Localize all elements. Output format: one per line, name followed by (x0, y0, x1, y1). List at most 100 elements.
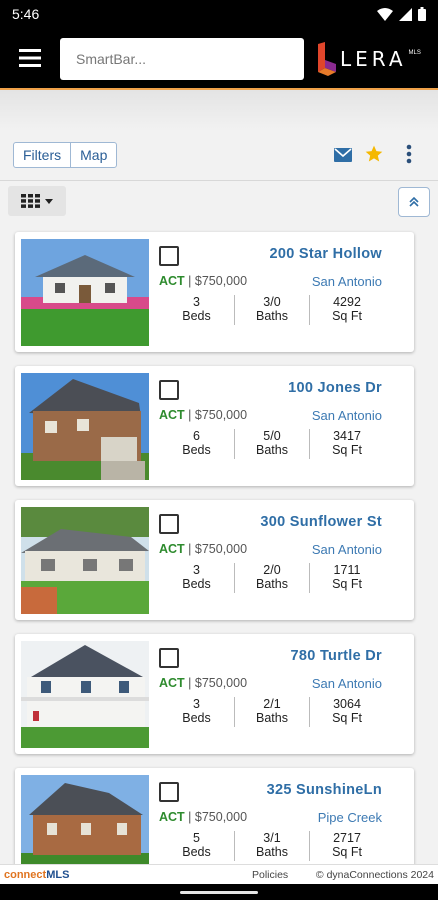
listing-address-link[interactable]: 780 Turtle Dr (291, 648, 382, 664)
grid-view-icon (21, 194, 40, 208)
listing-card[interactable]: 325 SunshineLn ACT | $750,000 Pipe Creek… (15, 768, 414, 868)
logo-text: LERA (340, 47, 407, 71)
listing-status: ACT (159, 274, 185, 288)
sqft-label: Sq Ft (332, 309, 362, 323)
more-options-icon[interactable] (406, 144, 412, 164)
listing-city: Pipe Creek (317, 810, 382, 825)
listing-card[interactable]: 100 Jones Dr ACT | $750,000 San Antonio … (15, 366, 414, 486)
listing-stats: 3 Beds 2/1 Baths 3064 Sq Ft (159, 697, 384, 727)
beds-stat: 3 Beds (159, 295, 234, 325)
listing-photo[interactable] (21, 775, 149, 868)
collapse-up-button[interactable] (398, 187, 430, 217)
app-footer: connectMLS Policies © dynaConnections 20… (0, 864, 438, 884)
system-nav-bar (0, 884, 438, 900)
results-toolbar: Filters Map (0, 132, 438, 180)
header-shadow-strip (0, 90, 438, 132)
copyright-text: © dynaConnections 2024 (315, 868, 434, 881)
listing-status: ACT (159, 810, 185, 824)
listing-photo[interactable] (21, 239, 149, 346)
listing-stats: 5 Beds 3/1 Baths 2717 Sq Ft (159, 831, 384, 861)
app-bar: LERA MLS (0, 28, 438, 88)
beds-value: 3 (193, 563, 200, 577)
lera-logo-mark-icon (318, 42, 336, 76)
beds-value: 3 (193, 697, 200, 711)
beds-stat: 3 Beds (159, 563, 234, 593)
beds-label: Beds (182, 577, 211, 591)
listing-price: $750,000 (194, 274, 248, 288)
listing-city: San Antonio (311, 676, 382, 691)
listing-stats: 3 Beds 3/0 Baths 4292 Sq Ft (159, 295, 384, 325)
status-bar: 5:46 (0, 0, 438, 28)
baths-value: 5/0 (263, 429, 281, 443)
listing-status: ACT (159, 408, 185, 422)
beds-label: Beds (182, 845, 211, 859)
layout-grid-button[interactable] (8, 186, 66, 216)
email-icon[interactable] (334, 148, 352, 162)
connectmls-brand: connectMLS (4, 868, 70, 881)
listing-city: San Antonio (311, 274, 382, 289)
sqft-stat: 3064 Sq Ft (309, 697, 384, 727)
star-icon[interactable] (364, 144, 384, 164)
baths-value: 2/1 (263, 697, 281, 711)
listing-select-checkbox[interactable] (159, 514, 179, 534)
double-chevron-up-icon (409, 197, 419, 207)
listing-price: $750,000 (194, 676, 248, 690)
baths-stat: 2/0 Baths (234, 563, 309, 593)
beds-value: 6 (193, 429, 200, 443)
listing-price: $750,000 (194, 408, 248, 422)
baths-stat: 3/0 Baths (234, 295, 309, 325)
baths-value: 3/1 (263, 831, 281, 845)
baths-value: 3/0 (263, 295, 281, 309)
filters-button[interactable]: Filters (14, 143, 70, 167)
listing-card[interactable]: 300 Sunflower St ACT | $750,000 San Anto… (15, 500, 414, 620)
listing-address-link[interactable]: 300 Sunflower St (260, 514, 382, 530)
menu-button[interactable] (0, 28, 60, 88)
listing-card[interactable]: 200 Star Hollow ACT | $750,000 San Anton… (15, 232, 414, 352)
listing-photo[interactable] (21, 641, 149, 748)
listing-status-price: ACT | $750,000 (159, 542, 248, 556)
smartbar-search-input[interactable] (60, 38, 304, 80)
listing-card[interactable]: 780 Turtle Dr ACT | $750,000 San Antonio… (15, 634, 414, 754)
baths-stat: 3/1 Baths (234, 831, 309, 861)
listing-photo[interactable] (21, 507, 149, 614)
status-time: 5:46 (12, 6, 40, 22)
listing-address-link[interactable]: 325 SunshineLn (267, 782, 382, 798)
listing-address-link[interactable]: 200 Star Hollow (270, 246, 382, 262)
sqft-value: 1711 (333, 563, 361, 577)
listing-stats: 3 Beds 2/0 Baths 1711 Sq Ft (159, 563, 384, 593)
sqft-stat: 4292 Sq Ft (309, 295, 384, 325)
sqft-label: Sq Ft (332, 711, 362, 725)
sqft-stat: 2717 Sq Ft (309, 831, 384, 861)
wifi-icon (377, 7, 393, 21)
beds-value: 3 (193, 295, 200, 309)
home-gesture-handle[interactable] (180, 891, 258, 894)
listing-address-link[interactable]: 100 Jones Dr (288, 380, 382, 396)
sqft-label: Sq Ft (332, 577, 362, 591)
baths-label: Baths (256, 309, 288, 323)
sqft-stat: 3417 Sq Ft (309, 429, 384, 459)
listing-stats: 6 Beds 5/0 Baths 3417 Sq Ft (159, 429, 384, 459)
sqft-value: 2717 (333, 831, 361, 845)
caret-down-icon (45, 198, 53, 204)
listing-select-checkbox[interactable] (159, 782, 179, 802)
listing-city: San Antonio (311, 542, 382, 557)
hamburger-menu-icon (19, 49, 41, 67)
map-button[interactable]: Map (70, 143, 116, 167)
lera-mls-logo: LERA MLS (316, 40, 432, 78)
beds-label: Beds (182, 309, 211, 323)
baths-label: Baths (256, 845, 288, 859)
listing-photo[interactable] (21, 373, 149, 480)
listing-status-price: ACT | $750,000 (159, 676, 248, 690)
baths-stat: 5/0 Baths (234, 429, 309, 459)
beds-stat: 6 Beds (159, 429, 234, 459)
listing-select-checkbox[interactable] (159, 246, 179, 266)
sqft-label: Sq Ft (332, 443, 362, 457)
beds-stat: 3 Beds (159, 697, 234, 727)
listing-select-checkbox[interactable] (159, 380, 179, 400)
listing-select-checkbox[interactable] (159, 648, 179, 668)
policies-link[interactable]: Policies (252, 869, 288, 881)
baths-label: Baths (256, 577, 288, 591)
listing-price: $750,000 (194, 542, 248, 556)
signal-icon (399, 7, 412, 21)
listing-status: ACT (159, 676, 185, 690)
